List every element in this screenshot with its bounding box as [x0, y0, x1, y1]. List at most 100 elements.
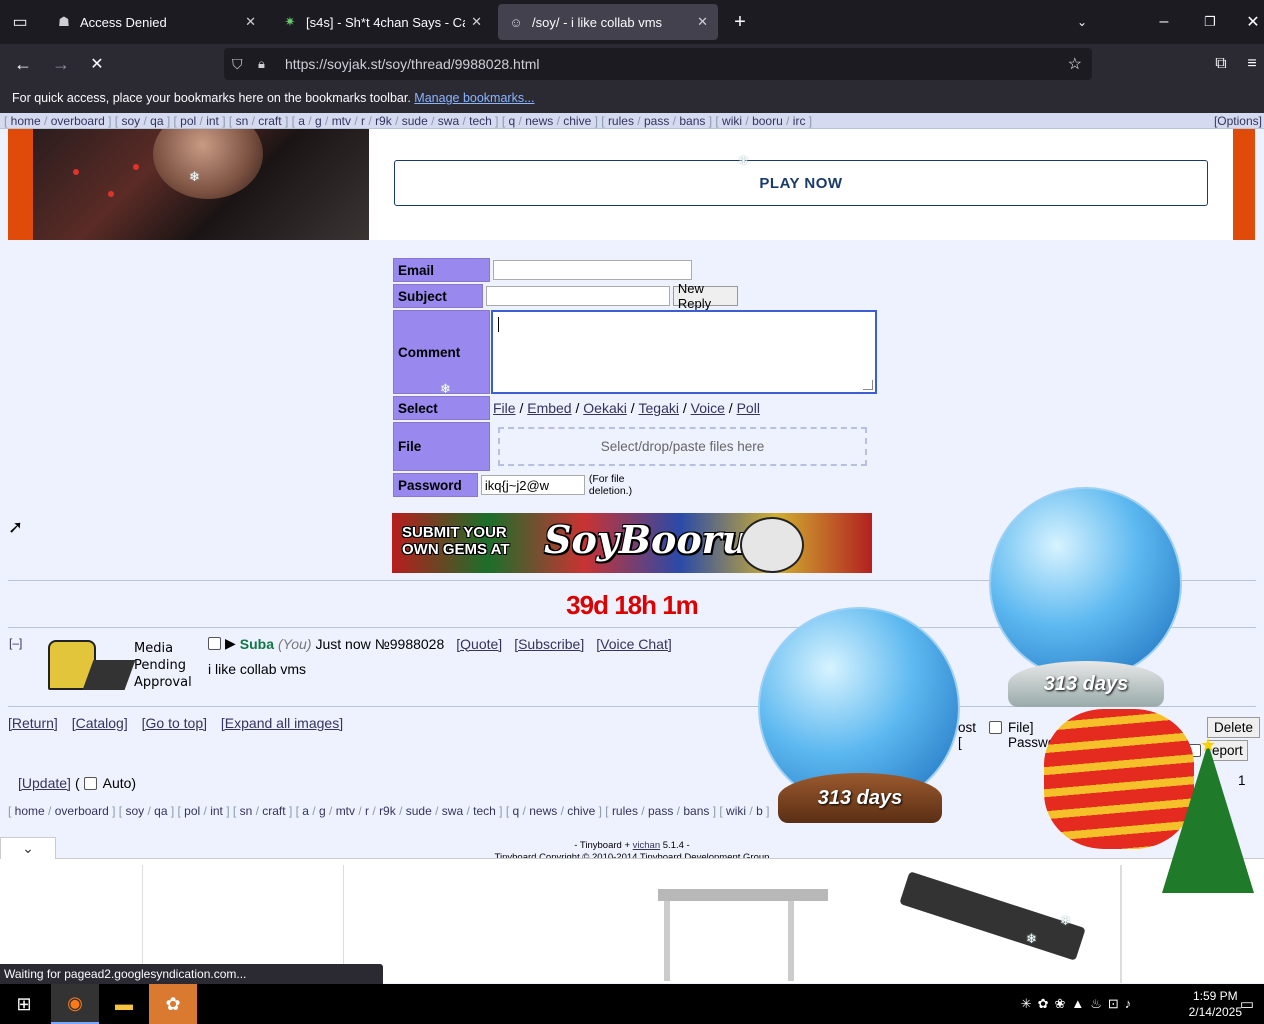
- board-link-chive[interactable]: chive: [567, 804, 595, 818]
- board-link-pass[interactable]: pass: [644, 114, 669, 128]
- file-explorer-icon[interactable]: ▬: [100, 984, 148, 1024]
- back-icon[interactable]: ←: [10, 52, 36, 76]
- options-link[interactable]: [Options]: [1214, 114, 1262, 128]
- go-to-top-link[interactable]: [Go to top]: [142, 715, 207, 731]
- return-link[interactable]: [Return]: [8, 715, 58, 731]
- board-link-sn[interactable]: sn: [236, 114, 249, 128]
- expand-all-images-link[interactable]: [Expand all images]: [221, 715, 343, 731]
- board-link-int[interactable]: int: [210, 804, 223, 818]
- board-link-a[interactable]: a: [298, 114, 305, 128]
- tab-soy-thread[interactable]: ☺ /soy/ - i like collab vms ✕: [498, 4, 718, 40]
- update-link[interactable]: [Update]: [18, 775, 71, 791]
- url-text[interactable]: https://soyjak.st/soy/thread/9988028.htm…: [285, 56, 539, 72]
- notification-icon[interactable]: ▭: [1230, 984, 1264, 1024]
- list-all-tabs-icon[interactable]: ⌄: [1070, 10, 1094, 34]
- manage-bookmarks-link[interactable]: Manage bookmarks...: [414, 91, 534, 105]
- board-link-r9k[interactable]: r9k: [379, 804, 396, 818]
- board-link-home[interactable]: home: [11, 114, 41, 128]
- restore-icon[interactable]: ❐: [1196, 10, 1224, 34]
- select-file-link[interactable]: File: [493, 400, 516, 416]
- tab-close-icon[interactable]: ✕: [471, 14, 482, 30]
- close-window-icon[interactable]: ✕: [1242, 10, 1264, 34]
- collapse-ad-chevron-icon[interactable]: ⌄: [0, 837, 56, 859]
- play-now-button[interactable]: PLAY NOW: [394, 160, 1208, 206]
- board-link-overboard[interactable]: overboard: [55, 804, 109, 818]
- board-link-int[interactable]: int: [206, 114, 219, 128]
- lock-icon[interactable]: 🔒︎: [258, 56, 265, 72]
- board-link-news[interactable]: news: [529, 804, 557, 818]
- tab-close-icon[interactable]: ✕: [245, 14, 256, 30]
- resize-grip-icon[interactable]: [863, 380, 873, 390]
- tracking-protection-icon[interactable]: ⛉: [232, 56, 243, 73]
- app-taskbar-icon[interactable]: ✿: [149, 984, 197, 1024]
- board-link-b[interactable]: b: [756, 804, 763, 818]
- board-link-bans[interactable]: bans: [679, 114, 705, 128]
- board-link-chive[interactable]: chive: [563, 114, 591, 128]
- post-menu-arrow-icon[interactable]: ▶: [225, 635, 236, 652]
- board-link-news[interactable]: news: [525, 114, 553, 128]
- catalog-link[interactable]: [Catalog]: [72, 715, 128, 731]
- select-poll-link[interactable]: Poll: [737, 400, 760, 416]
- board-link-soy[interactable]: soy: [125, 804, 144, 818]
- board-link-irc[interactable]: irc: [793, 114, 806, 128]
- password-field[interactable]: [480, 475, 585, 495]
- board-link-sn[interactable]: sn: [240, 804, 253, 818]
- new-tab-icon[interactable]: +: [728, 10, 752, 34]
- extensions-icon[interactable]: ⧉: [1208, 52, 1234, 76]
- board-link-soy[interactable]: soy: [121, 114, 140, 128]
- post-number[interactable]: №9988028: [375, 636, 445, 652]
- quote-link[interactable]: [Quote]: [456, 636, 502, 652]
- tab-close-icon[interactable]: ✕: [697, 14, 708, 30]
- board-link-sude[interactable]: sude: [406, 804, 432, 818]
- stop-loading-icon[interactable]: ✕: [84, 52, 110, 76]
- board-link-qa[interactable]: qa: [150, 114, 163, 128]
- vichan-link[interactable]: vichan: [633, 840, 660, 851]
- desk-product-image[interactable]: [658, 889, 828, 981]
- post-select-checkbox[interactable]: [208, 637, 221, 650]
- board-link-a[interactable]: a: [302, 804, 309, 818]
- board-link-rules[interactable]: rules: [612, 804, 638, 818]
- new-reply-button[interactable]: New Reply: [672, 281, 739, 311]
- board-link-g[interactable]: g: [315, 114, 322, 128]
- board-link-swa[interactable]: swa: [438, 114, 459, 128]
- select-voice-link[interactable]: Voice: [691, 400, 725, 416]
- board-link-r[interactable]: r: [365, 804, 369, 818]
- board-link-wiki[interactable]: wiki: [726, 804, 746, 818]
- board-link-tech[interactable]: tech: [473, 804, 496, 818]
- select-embed-link[interactable]: Embed: [527, 400, 571, 416]
- board-link-r[interactable]: r: [361, 114, 365, 128]
- board-link-q[interactable]: q: [513, 804, 520, 818]
- collapse-toggle[interactable]: [–]: [9, 636, 22, 650]
- board-link-craft[interactable]: craft: [258, 114, 281, 128]
- board-link-r9k[interactable]: r9k: [375, 114, 392, 128]
- url-bar[interactable]: ⛉ 🔒︎ https://soyjak.st/soy/thread/998802…: [224, 48, 1092, 80]
- board-link-pass[interactable]: pass: [648, 804, 673, 818]
- tab-access-denied[interactable]: ☗ Access Denied ✕: [46, 4, 266, 40]
- tab-s4s-catalog[interactable]: ✷ [s4s] - Sh*t 4chan Says - Catalog ✕: [272, 4, 492, 40]
- board-link-g[interactable]: g: [319, 804, 326, 818]
- delete-file-checkbox[interactable]: [989, 721, 1002, 734]
- voice-chat-link[interactable]: [Voice Chat]: [596, 636, 672, 652]
- soybooru-banner[interactable]: SUBMIT YOUR OWN GEMS AT SoyBooru: [392, 513, 872, 573]
- ad-slot[interactable]: [1120, 865, 1122, 983]
- board-link-q[interactable]: q: [509, 114, 516, 128]
- select-oekaki-link[interactable]: Oekaki: [583, 400, 627, 416]
- tray-icons[interactable]: ✳✿❀▲♨⊡♪: [996, 984, 1162, 1024]
- board-link-rules[interactable]: rules: [608, 114, 634, 128]
- board-link-tech[interactable]: tech: [469, 114, 492, 128]
- email-field[interactable]: [493, 260, 692, 280]
- auto-update-checkbox[interactable]: [83, 776, 97, 790]
- file-dropzone[interactable]: Select/drop/paste files here: [498, 427, 867, 466]
- ad-image[interactable]: [33, 129, 369, 240]
- minimize-icon[interactable]: –: [1150, 10, 1178, 34]
- forward-icon[interactable]: →: [48, 52, 74, 76]
- comment-textarea[interactable]: [491, 310, 877, 394]
- menu-icon[interactable]: ≡: [1240, 52, 1264, 76]
- board-link-pol[interactable]: pol: [184, 804, 200, 818]
- post-thumbnail[interactable]: Media Pending Approval: [48, 640, 192, 692]
- board-link-home[interactable]: home: [15, 804, 45, 818]
- windows-start-icon[interactable]: ⊞: [0, 984, 48, 1024]
- subscribe-link[interactable]: [Subscribe]: [514, 636, 584, 652]
- board-link-craft[interactable]: craft: [262, 804, 285, 818]
- board-link-swa[interactable]: swa: [442, 804, 463, 818]
